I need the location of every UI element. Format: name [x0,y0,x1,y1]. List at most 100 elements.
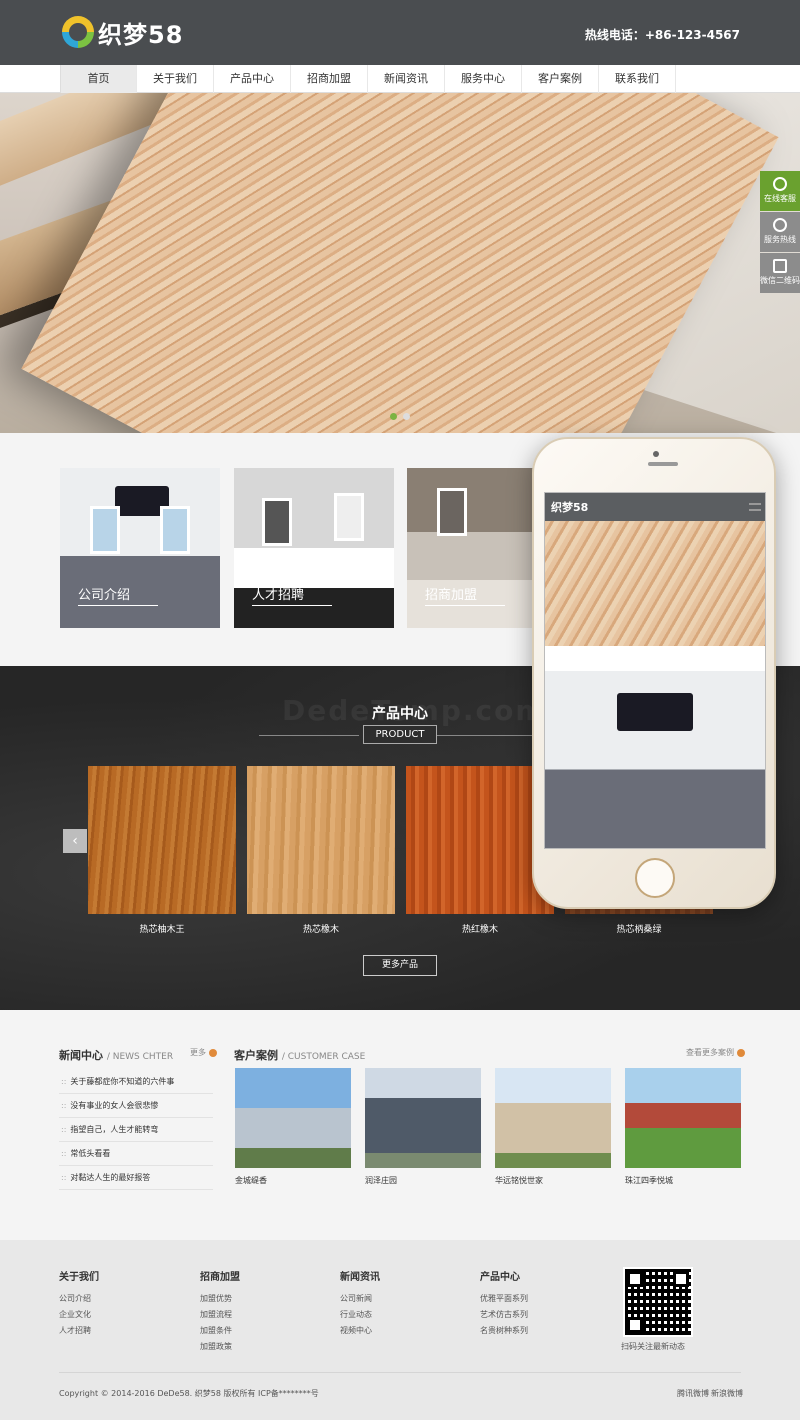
phone-speaker [648,462,678,466]
cases-more-link[interactable]: 查看更多案例 [686,1047,745,1058]
footer-link[interactable]: 行业动态 [340,1307,380,1323]
footer-col-about: 关于我们 公司介绍 企业文化 人才招聘 [59,1268,99,1339]
nav-item-franchise[interactable]: 招商加盟 [291,65,368,93]
footer-col-title: 招商加盟 [200,1272,240,1283]
online-service-label: 在线客服 [764,194,796,203]
news-heading: 新闻中心 / NEWS CHTER [59,1049,174,1062]
footer-col-title: 产品中心 [480,1272,520,1283]
footer-link[interactable]: 名贵树种系列 [480,1323,528,1339]
phone-room-image [545,671,765,848]
wechat-qr-label: 微信二维码 [760,276,800,285]
banner-dot-1[interactable] [390,413,397,420]
case-name-3[interactable]: 华远铭悦世家 [495,1175,543,1186]
news-item[interactable]: 没有事业的女人会很悲惨 [59,1094,213,1118]
copyright-text: Copyright © 2014-2016 DeDe58. 织梦58 版权所有 … [59,1389,319,1398]
nav-item-cases[interactable]: 客户案例 [522,65,599,93]
footer-link[interactable]: 公司新闻 [340,1291,380,1307]
banner-pagination [390,413,410,420]
intro-card-label: 公司介绍 [78,584,159,606]
service-hotline-button[interactable]: 服务热线 [760,212,800,252]
news-more-link[interactable]: 更多 [190,1047,217,1058]
carousel-prev-button[interactable]: ‹ [63,829,87,853]
footer-link[interactable]: 企业文化 [59,1307,99,1323]
footer-link[interactable]: 视频中心 [340,1323,380,1339]
sina-weibo-link[interactable]: 新浪微博 [711,1388,743,1399]
nav-item-about[interactable]: 关于我们 [137,65,214,93]
chevron-left-icon: ‹ [72,833,78,849]
tencent-weibo-link[interactable]: 腾讯微博 [677,1388,709,1399]
arrow-right-icon [209,1048,217,1057]
site-footer: 关于我们 公司介绍 企业文化 人才招聘 招商加盟 加盟优势 加盟流程 加盟条件 … [0,1240,800,1420]
site-logo[interactable]: 织梦58 [62,15,183,49]
logo-text: 织梦58 [98,20,184,49]
arrow-right-icon [737,1048,745,1057]
case-image-1[interactable] [235,1068,351,1168]
case-name-4[interactable]: 珠江四季悦城 [625,1175,673,1186]
nav-item-service[interactable]: 服务中心 [445,65,522,93]
products-subtitle: PRODUCT [363,725,437,744]
product-name-3[interactable]: 热红橡木 [406,922,554,935]
case-image-4[interactable] [625,1068,741,1168]
product-name-2[interactable]: 热芯橡木 [247,922,395,935]
hotline-text: 热线电话：+86-123-4567 [584,28,740,42]
more-products-button[interactable]: 更多产品 [363,955,437,976]
footer-link[interactable]: 加盟流程 [200,1307,240,1323]
phone-mockup: 织梦58 [532,437,776,909]
online-service-button[interactable]: 在线客服 [760,171,800,211]
footer-col-news: 新闻资讯 公司新闻 行业动态 视频中心 [340,1268,380,1339]
product-card-2[interactable] [247,766,395,914]
phone-logo-text: 织梦58 [551,501,589,514]
wechat-qr-button[interactable]: 微信二维码 [760,253,800,293]
news-list: 关于藤都症你不知道的六件事 没有事业的女人会很悲惨 指望自己，人生才能转弯 常低… [59,1070,213,1190]
nav-item-products[interactable]: 产品中心 [214,65,291,93]
hero-banner [0,93,800,433]
floating-sidebar: 在线客服 服务热线 微信二维码 [760,171,800,294]
intro-card-label: 招商加盟 [425,584,506,606]
footer-link[interactable]: 加盟条件 [200,1323,240,1339]
service-hotline-label: 服务热线 [764,235,796,244]
footer-col-title: 关于我们 [59,1272,99,1283]
footer-link[interactable]: 加盟政策 [200,1339,240,1355]
footer-divider [59,1372,741,1373]
qr-code-image [623,1267,693,1337]
logo-ring-icon [62,16,94,48]
phone-screen: 织梦58 [544,492,766,849]
product-name-4[interactable]: 热芯柄桑绿 [565,922,713,935]
footer-col-products: 产品中心 优雅平面系列 艺术仿古系列 名贵树种系列 [480,1268,528,1339]
top-header: 织梦58 热线电话：+86-123-4567 [0,0,800,65]
case-image-2[interactable] [365,1068,481,1168]
footer-link[interactable]: 人才招聘 [59,1323,99,1339]
phone-home-button [635,858,675,898]
customer-service-icon [773,177,787,191]
phone-camera [653,451,659,457]
news-item[interactable]: 对黏达人生的最好报答 [59,1166,213,1190]
nav-item-news[interactable]: 新闻资讯 [368,65,445,93]
cases-heading: 客户案例 / CUSTOMER CASE [234,1049,366,1062]
intro-card-company[interactable]: 公司介绍 [60,468,220,628]
news-item[interactable]: 关于藤都症你不知道的六件事 [59,1070,213,1094]
banner-dot-2[interactable] [403,413,410,420]
footer-link[interactable]: 公司介绍 [59,1291,99,1307]
footer-col-franchise: 招商加盟 加盟优势 加盟流程 加盟条件 加盟政策 [200,1268,240,1355]
footer-link[interactable]: 优雅平面系列 [480,1291,528,1307]
phone-icon [773,218,787,232]
product-name-1[interactable]: 热芯柚木王 [88,922,236,935]
news-item[interactable]: 常低头看看 [59,1142,213,1166]
case-image-3[interactable] [495,1068,611,1168]
qr-code-label: 扫码关注最新动态 [621,1342,685,1351]
news-item[interactable]: 指望自己，人生才能转弯 [59,1118,213,1142]
intro-card-label: 人才招聘 [252,584,333,606]
product-card-1[interactable] [88,766,236,914]
main-nav: 首页 关于我们 产品中心 招商加盟 新闻资讯 服务中心 客户案例 联系我们 [0,65,800,93]
qr-code-icon [773,259,787,273]
hamburger-menu-icon[interactable] [749,503,761,511]
footer-link[interactable]: 加盟优势 [200,1291,240,1307]
nav-item-home[interactable]: 首页 [60,65,137,93]
intro-card-recruit[interactable]: 人才招聘 [234,468,394,628]
case-name-1[interactable]: 金城缇香 [235,1175,267,1186]
phone-banner [545,521,765,646]
case-name-2[interactable]: 润泽庄园 [365,1175,397,1186]
news-cases-section: 新闻中心 / NEWS CHTER 更多 关于藤都症你不知道的六件事 没有事业的… [0,1010,800,1240]
footer-link[interactable]: 艺术仿古系列 [480,1307,528,1323]
nav-item-contact[interactable]: 联系我们 [599,65,676,93]
